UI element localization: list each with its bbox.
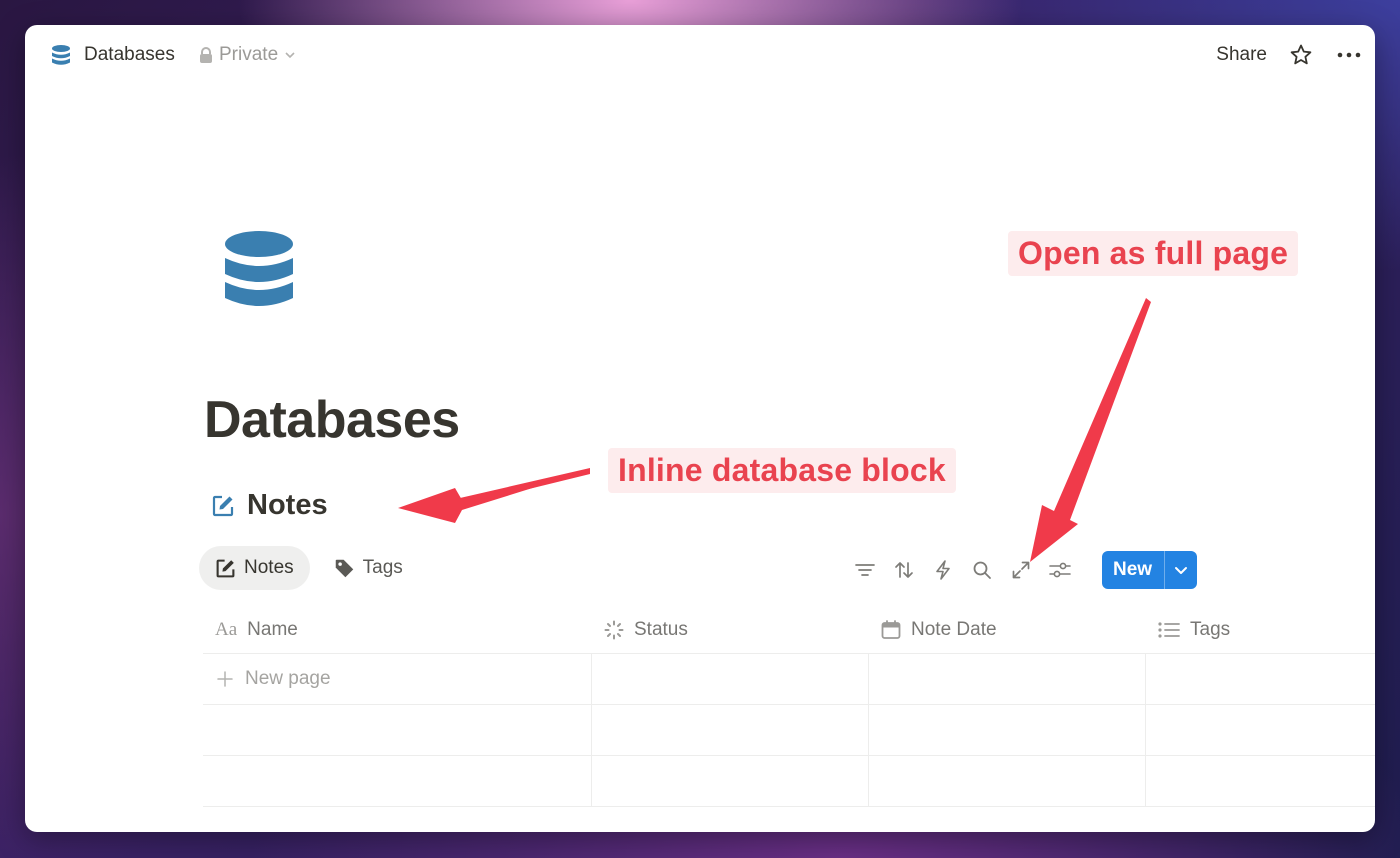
table-cell[interactable] [1146,705,1375,755]
annotation-inline-database-block: Inline database block [608,448,956,493]
column-name-label: Name [247,619,298,640]
tab-tags-label: Tags [362,557,403,578]
star-icon [1290,44,1312,65]
column-header-tags[interactable]: Tags [1146,607,1375,653]
new-page-button[interactable]: New page [203,654,592,704]
automation-button[interactable] [929,552,957,588]
new-dropdown-button[interactable] [1164,551,1197,589]
table-cell[interactable] [1146,654,1375,704]
sort-button[interactable] [890,552,918,588]
tag-icon [335,559,353,577]
sort-icon [895,562,913,578]
tab-notes[interactable]: Notes [199,546,310,590]
tab-notes-label: Notes [244,557,294,578]
table-cell[interactable] [1146,756,1375,806]
filter-button[interactable] [851,552,879,588]
view-tabs: Notes Tags [199,546,419,590]
new-button[interactable]: New [1102,551,1164,589]
chevron-down-icon [285,52,295,59]
new-button-group: New [1102,551,1198,589]
more-icon [1337,52,1361,58]
inline-database-heading[interactable]: Notes [211,489,328,522]
column-header-note-date[interactable]: Note Date [869,607,1146,653]
table-row [203,705,1375,756]
topbar: Databases Private Share [25,25,1375,87]
search-button[interactable] [968,552,996,588]
tab-tags[interactable]: Tags [318,546,419,590]
text-property-icon: Aa [215,619,238,640]
database-icon [52,45,70,65]
table-cell[interactable] [592,654,869,704]
table-cell[interactable] [869,654,1146,704]
search-icon [973,561,991,579]
edit-icon [216,559,235,577]
open-full-page-button[interactable] [1007,552,1035,588]
privacy-selector[interactable]: Private [199,44,296,66]
column-header-status[interactable]: Status [592,607,869,653]
chevron-down-icon [1175,566,1188,574]
lightning-icon [936,560,950,580]
annotation-open-full-page: Open as full page [1008,231,1299,276]
topbar-actions: Share [1216,41,1363,69]
table-cell[interactable] [592,756,869,806]
table-header: Aa Name Status Note Date Tags [203,607,1375,654]
page-database-icon[interactable] [223,230,295,314]
status-icon [604,620,624,640]
plus-icon [217,671,233,687]
filter-icon [855,564,875,576]
privacy-label: Private [219,44,279,65]
table-cell[interactable] [869,705,1146,755]
database-table: Aa Name Status Note Date Tags New page [203,607,1375,807]
column-tags-label: Tags [1190,619,1231,640]
database-toolbar: New [851,551,1198,589]
edit-icon [212,495,234,516]
column-note-date-label: Note Date [911,619,997,640]
list-icon [1158,622,1180,638]
table-row: New page [203,654,1375,705]
column-status-label: Status [634,619,688,640]
new-page-label: New page [245,668,331,689]
page-title[interactable]: Databases [204,390,460,450]
favorite-button[interactable] [1287,41,1315,69]
table-cell[interactable] [203,756,592,806]
more-button[interactable] [1335,41,1363,69]
settings-icon [1049,562,1071,578]
lock-icon [200,46,212,63]
settings-button[interactable] [1046,552,1074,588]
table-row [203,756,1375,807]
breadcrumb-title[interactable]: Databases [84,44,175,66]
database-title: Notes [247,489,328,521]
share-button[interactable]: Share [1216,44,1267,66]
notion-window: Databases Private Share Databases Notes … [25,25,1375,832]
calendar-icon [881,620,901,639]
table-cell[interactable] [203,705,592,755]
table-cell[interactable] [869,756,1146,806]
table-cell[interactable] [592,705,869,755]
expand-icon [1012,561,1030,579]
column-header-name[interactable]: Aa Name [203,607,592,653]
